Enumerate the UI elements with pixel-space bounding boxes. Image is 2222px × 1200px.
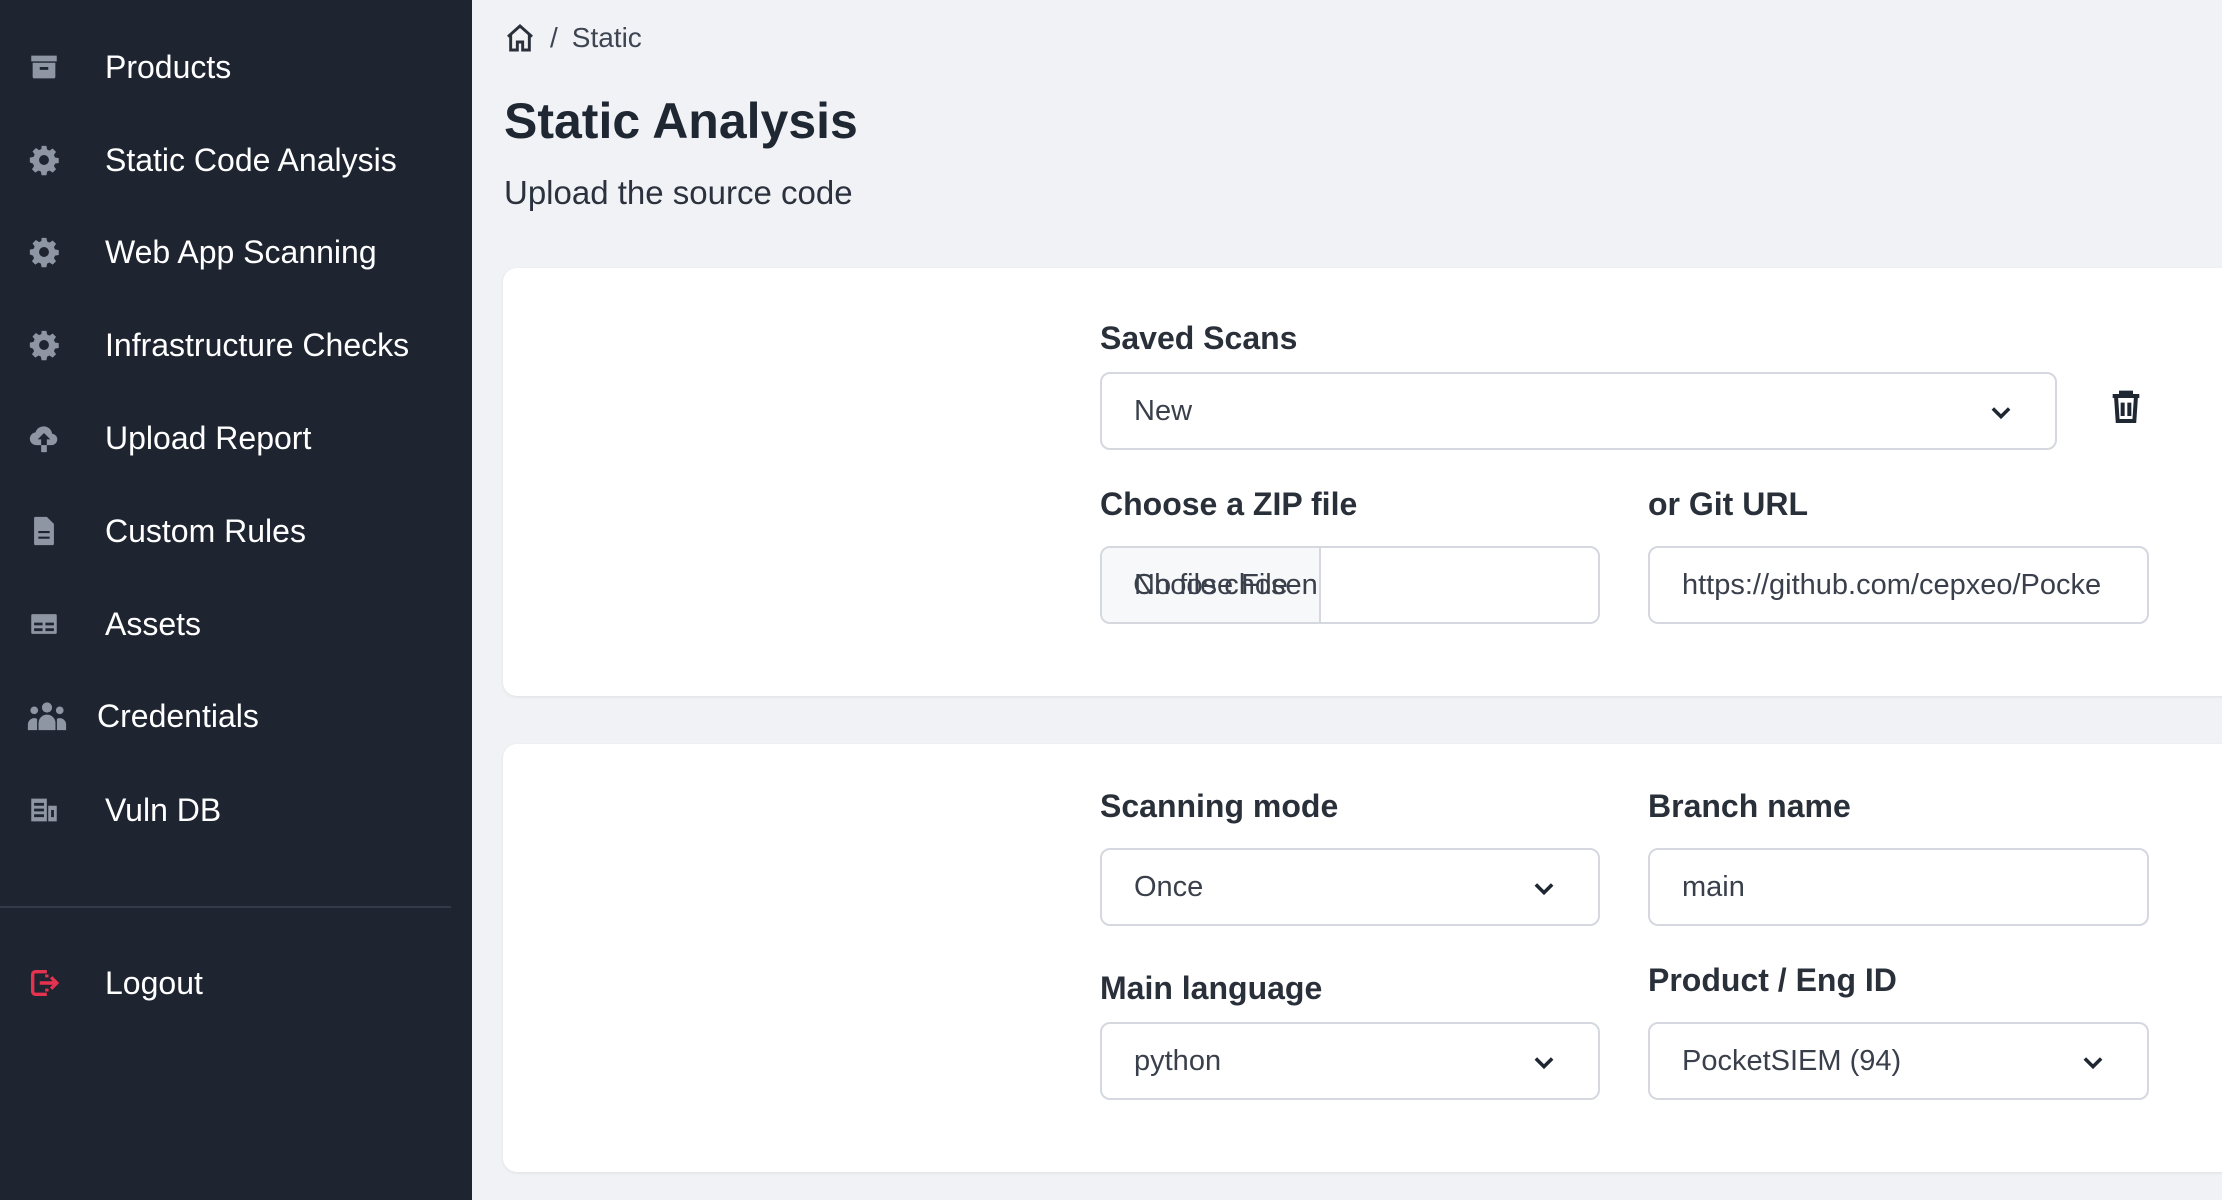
sidebar-item-web-app-scanning[interactable]: Web App Scanning xyxy=(0,217,472,287)
sidebar-item-credentials[interactable]: Credentials xyxy=(0,681,472,751)
product-eng-id-value: PocketSIEM (94) xyxy=(1682,1044,1902,1077)
breadcrumb-current: Static xyxy=(571,22,642,53)
sidebar-divider xyxy=(0,906,451,908)
main-language-select[interactable]: python xyxy=(1100,1022,1600,1100)
logout-icon xyxy=(26,965,62,1001)
product-eng-id-select[interactable]: PocketSIEM (94) xyxy=(1648,1022,2149,1100)
chevron-down-icon xyxy=(1530,1048,1558,1076)
options-card xyxy=(503,744,2222,1172)
main-language-label: Main language xyxy=(1100,970,1323,1006)
main-language-value: python xyxy=(1134,1044,1222,1077)
branch-name-value: main xyxy=(1682,870,1745,903)
scanning-mode-value: Once xyxy=(1134,870,1204,903)
home-icon[interactable] xyxy=(504,22,536,54)
breadcrumb-separator: / xyxy=(550,22,558,53)
chevron-down-icon xyxy=(1530,874,1558,902)
file-status: No file chosen xyxy=(1134,568,1318,601)
sidebar-item-custom-rules[interactable]: Custom Rules xyxy=(0,496,472,566)
sidebar-item-label: Custom Rules xyxy=(105,512,306,549)
git-url-value: https://github.com/cepxeo/Pocke xyxy=(1682,568,2102,601)
page-title: Static Analysis xyxy=(504,93,858,149)
logout-label: Logout xyxy=(105,964,203,1001)
sidebar-item-label: Static Code Analysis xyxy=(105,141,397,178)
sidebar-item-vuln-db[interactable]: Vuln DB xyxy=(0,775,472,845)
document-icon xyxy=(26,513,62,549)
logout-button[interactable]: Logout xyxy=(0,948,472,1018)
git-url-label: or Git URL xyxy=(1648,486,1808,522)
sidebar-item-label: Web App Scanning xyxy=(105,233,377,270)
saved-scans-select[interactable]: New xyxy=(1100,372,2057,450)
trash-icon[interactable] xyxy=(2106,386,2146,426)
sidebar-item-static-code-analysis[interactable]: Static Code Analysis xyxy=(0,125,472,195)
source-card xyxy=(503,268,2222,696)
breadcrumb: / Static xyxy=(504,18,642,58)
branch-name-input[interactable]: main xyxy=(1648,848,2149,926)
sidebar: Products Static Code Analysis Web App Sc… xyxy=(0,0,472,1200)
sidebar-item-label: Upload Report xyxy=(105,419,312,456)
scanning-mode-label: Scanning mode xyxy=(1100,788,1339,824)
table-icon xyxy=(26,606,62,642)
sidebar-item-label: Assets xyxy=(105,605,202,642)
sidebar-item-label: Vuln DB xyxy=(105,791,222,828)
chevron-down-icon xyxy=(1987,398,2015,426)
chevron-down-icon xyxy=(2079,1048,2107,1076)
sidebar-item-products[interactable]: Products xyxy=(0,32,472,102)
archive-icon xyxy=(26,49,62,85)
git-url-input[interactable]: https://github.com/cepxeo/Pocke xyxy=(1648,546,2149,624)
gear-icon xyxy=(26,234,62,270)
saved-scans-label: Saved Scans xyxy=(1100,320,1298,356)
sidebar-item-assets[interactable]: Assets xyxy=(0,589,472,659)
users-icon xyxy=(24,698,70,734)
sidebar-item-label: Infrastructure Checks xyxy=(105,326,410,363)
scanning-mode-select[interactable]: Once xyxy=(1100,848,1600,926)
sidebar-item-upload-report[interactable]: Upload Report xyxy=(0,403,472,473)
sidebar-item-label: Credentials xyxy=(97,697,259,734)
sidebar-item-infrastructure-checks[interactable]: Infrastructure Checks xyxy=(0,310,472,380)
saved-scans-value: New xyxy=(1134,394,1193,427)
zip-file-label: Choose a ZIP file xyxy=(1100,486,1358,522)
page-subtitle: Upload the source code xyxy=(504,174,853,211)
zip-file-input[interactable]: Choose File No file chosen xyxy=(1100,546,1600,624)
cloud-upload-icon xyxy=(26,420,62,456)
gear-icon xyxy=(26,327,62,363)
branch-name-label: Branch name xyxy=(1648,788,1851,824)
gear-icon xyxy=(26,142,62,178)
product-eng-id-label: Product / Eng ID xyxy=(1648,962,1897,998)
sidebar-item-label: Products xyxy=(105,48,232,85)
database-icon xyxy=(26,792,62,828)
